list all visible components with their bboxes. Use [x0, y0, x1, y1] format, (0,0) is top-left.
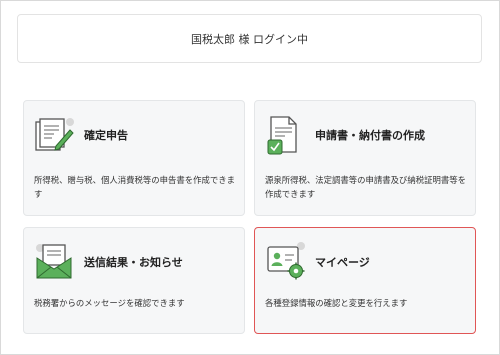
login-status-banner: 国税太郎 様 ログイン中	[17, 14, 482, 63]
card-description: 所得税、贈与税、個人消費税等の申告書を作成できます	[34, 175, 235, 199]
card-title: 確定申告	[84, 129, 128, 142]
card-description: 各種登録情報の確認と変更を行えます	[265, 298, 408, 308]
card-title: マイページ	[315, 256, 370, 269]
card-description: 税務署からのメッセージを確認できます	[34, 298, 185, 308]
card-tax-return[interactable]: 確定申告 所得税、贈与税、個人消費税等の申告書を作成できます	[23, 100, 245, 216]
card-title: 送信結果・お知らせ	[84, 256, 183, 269]
mail-envelope-icon	[34, 242, 74, 284]
card-title: 申請書・納付書の作成	[315, 129, 425, 142]
application-form-icon	[265, 114, 301, 160]
mypage-profile-icon	[265, 241, 307, 285]
card-notifications[interactable]: 送信結果・お知らせ 税務署からのメッセージを確認できます	[23, 227, 245, 334]
card-description: 源泉所得税、法定調書等の申請書及び納税証明書等を作成できます	[265, 175, 466, 199]
tax-return-document-icon	[34, 116, 76, 158]
card-mypage[interactable]: マイページ 各種登録情報の確認と変更を行えます	[254, 227, 476, 334]
card-application-form[interactable]: 申請書・納付書の作成 源泉所得税、法定調書等の申請書及び納税証明書等を作成できま…	[254, 100, 476, 216]
login-status-text: 国税太郎 様 ログイン中	[191, 32, 308, 46]
